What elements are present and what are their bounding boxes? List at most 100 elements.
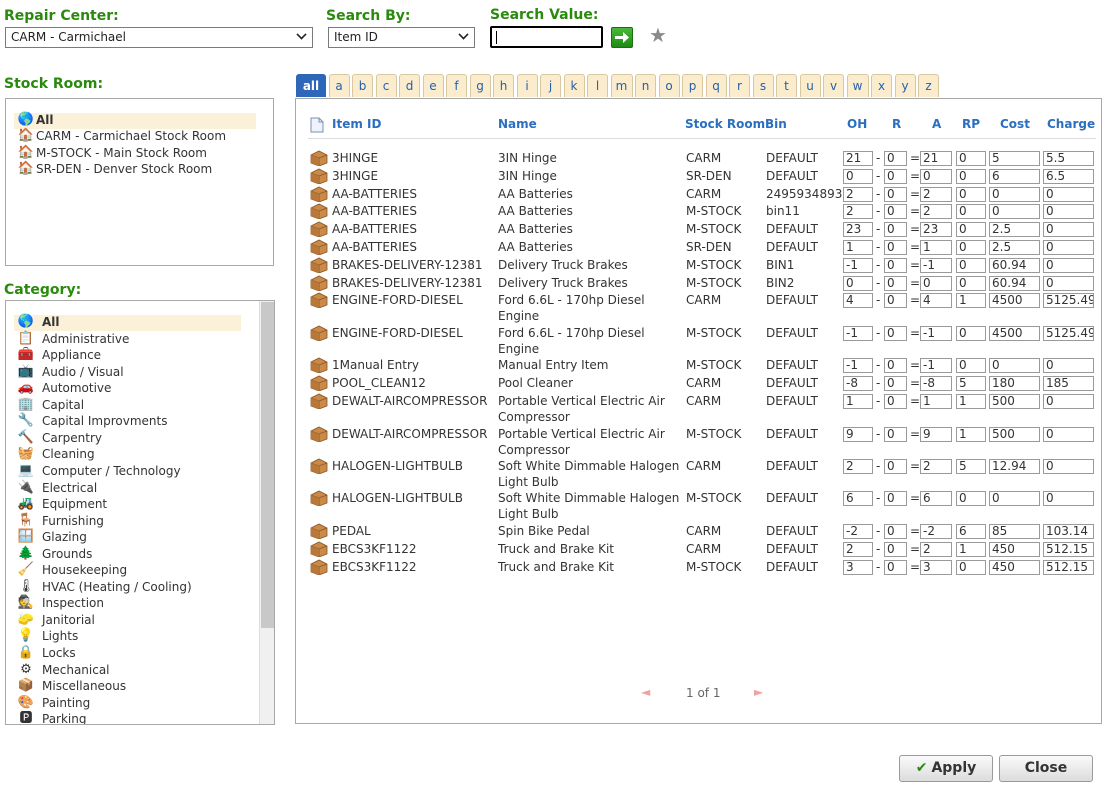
stock-room-list[interactable]: 🌎 All 🏠 CARM - Carmichael Stock Room 🏠 M… [5, 98, 274, 266]
tab-n[interactable]: n [635, 74, 656, 97]
available-field[interactable]: -1 [920, 326, 952, 341]
pager-prev-button[interactable]: ◄ [641, 685, 650, 699]
available-field[interactable]: 21 [920, 151, 952, 166]
cost-field[interactable]: 4500 [989, 326, 1040, 341]
tab-m[interactable]: m [610, 74, 633, 97]
item-id-cell[interactable]: DEWALT-AIRCOMPRESSOR [332, 426, 487, 442]
cost-field[interactable]: 60.94 [989, 276, 1040, 291]
available-field[interactable]: 23 [920, 222, 952, 237]
reserved-field[interactable]: 0 [884, 276, 907, 291]
cost-field[interactable]: 2.5 [989, 222, 1040, 237]
reorder-point-field[interactable]: 0 [956, 204, 986, 219]
item-id-cell[interactable]: HALOGEN-LIGHTBULB [332, 458, 463, 474]
available-field[interactable]: 2 [920, 187, 952, 202]
reserved-field[interactable]: 0 [884, 204, 907, 219]
cost-field[interactable]: 12.94 [989, 459, 1040, 474]
charge-field[interactable]: 185 [1043, 376, 1094, 391]
reorder-point-field[interactable]: 5 [956, 376, 986, 391]
cost-field[interactable]: 85 [989, 524, 1040, 539]
reorder-point-field[interactable]: 1 [956, 293, 986, 308]
on-hand-field[interactable]: 1 [843, 394, 873, 409]
on-hand-field[interactable]: 2 [843, 542, 873, 557]
on-hand-field[interactable]: 2 [843, 187, 873, 202]
charge-field[interactable]: 512.15 [1043, 560, 1094, 575]
column-header-name[interactable]: Name [498, 117, 537, 131]
on-hand-field[interactable]: 3 [843, 560, 873, 575]
reserved-field[interactable]: 0 [884, 222, 907, 237]
item-id-cell[interactable]: BRAKES-DELIVERY-12381 [332, 257, 483, 273]
tab-u[interactable]: u [799, 74, 821, 97]
item-id-cell[interactable]: HALOGEN-LIGHTBULB [332, 490, 463, 506]
tab-h[interactable]: h [493, 74, 514, 97]
reorder-point-field[interactable]: 0 [956, 491, 986, 506]
reserved-field[interactable]: 0 [884, 560, 907, 575]
available-field[interactable]: 3 [920, 560, 952, 575]
charge-field[interactable]: 0 [1043, 187, 1094, 202]
column-header-oh[interactable]: OH [847, 117, 867, 131]
reserved-field[interactable]: 0 [884, 491, 907, 506]
charge-field[interactable]: 512.15 [1043, 542, 1094, 557]
reorder-point-field[interactable]: 5 [956, 459, 986, 474]
cost-field[interactable]: 500 [989, 394, 1040, 409]
on-hand-field[interactable]: 0 [843, 169, 873, 184]
available-field[interactable]: -8 [920, 376, 952, 391]
available-field[interactable]: 2 [920, 459, 952, 474]
charge-field[interactable]: 0 [1043, 276, 1094, 291]
column-header-r[interactable]: R [892, 117, 901, 131]
reorder-point-field[interactable]: 0 [956, 258, 986, 273]
on-hand-field[interactable]: 23 [843, 222, 873, 237]
cost-field[interactable]: 4500 [989, 293, 1040, 308]
cost-field[interactable]: 0 [989, 187, 1040, 202]
reserved-field[interactable]: 0 [884, 459, 907, 474]
reorder-point-field[interactable]: 1 [956, 542, 986, 557]
charge-field[interactable]: 5.5 [1043, 151, 1094, 166]
charge-field[interactable]: 6.5 [1043, 169, 1094, 184]
tab-a[interactable]: a [328, 74, 350, 97]
on-hand-field[interactable]: -1 [843, 258, 873, 273]
reserved-field[interactable]: 0 [884, 358, 907, 373]
reorder-point-field[interactable]: 0 [956, 560, 986, 575]
tab-all[interactable]: all [296, 74, 326, 97]
cost-field[interactable]: 450 [989, 560, 1040, 575]
pager-next-button[interactable]: ► [754, 685, 763, 699]
search-go-button[interactable] [611, 27, 633, 48]
repair-center-select[interactable]: CARM - Carmichael [5, 27, 313, 48]
item-id-cell[interactable]: AA-BATTERIES [332, 186, 417, 202]
reorder-point-field[interactable]: 0 [956, 222, 986, 237]
tab-d[interactable]: d [399, 74, 420, 97]
item-id-cell[interactable]: BRAKES-DELIVERY-12381 [332, 275, 483, 291]
available-field[interactable]: 2 [920, 542, 952, 557]
column-header-charge[interactable]: Charge [1047, 117, 1095, 131]
item-id-cell[interactable]: PEDAL [332, 523, 371, 539]
reserved-field[interactable]: 0 [884, 258, 907, 273]
cost-field[interactable]: 450 [989, 542, 1040, 557]
column-header-item-id[interactable]: Item ID [332, 117, 381, 131]
tab-b[interactable]: b [352, 74, 373, 97]
column-header-stock-room[interactable]: Stock Room [685, 117, 765, 131]
scrollbar-thumb[interactable] [261, 302, 274, 628]
item-id-cell[interactable]: 3HINGE [332, 150, 378, 166]
charge-field[interactable]: 0 [1043, 427, 1094, 442]
reserved-field[interactable]: 0 [884, 326, 907, 341]
reserved-field[interactable]: 0 [884, 394, 907, 409]
available-field[interactable]: 2 [920, 204, 952, 219]
tab-x[interactable]: x [871, 74, 892, 97]
reorder-point-field[interactable]: 0 [956, 169, 986, 184]
reorder-point-field[interactable]: 0 [956, 151, 986, 166]
close-button[interactable]: Close [999, 755, 1093, 782]
tab-i[interactable]: i [516, 74, 538, 97]
available-field[interactable]: -1 [920, 358, 952, 373]
available-field[interactable]: -2 [920, 524, 952, 539]
apply-button[interactable]: ✔ Apply [899, 755, 993, 782]
on-hand-field[interactable]: -1 [843, 358, 873, 373]
charge-field[interactable]: 0 [1043, 358, 1094, 373]
item-id-cell[interactable]: 1Manual Entry [332, 357, 419, 373]
available-field[interactable]: 1 [920, 240, 952, 255]
column-header-rp[interactable]: RP [962, 117, 980, 131]
item-id-cell[interactable]: ENGINE-FORD-DIESEL [332, 325, 463, 341]
reorder-point-field[interactable]: 1 [956, 394, 986, 409]
tab-e[interactable]: e [422, 74, 444, 97]
column-header-cost[interactable]: Cost [1000, 117, 1030, 131]
reorder-point-field[interactable]: 0 [956, 276, 986, 291]
tab-g[interactable]: g [469, 74, 491, 97]
